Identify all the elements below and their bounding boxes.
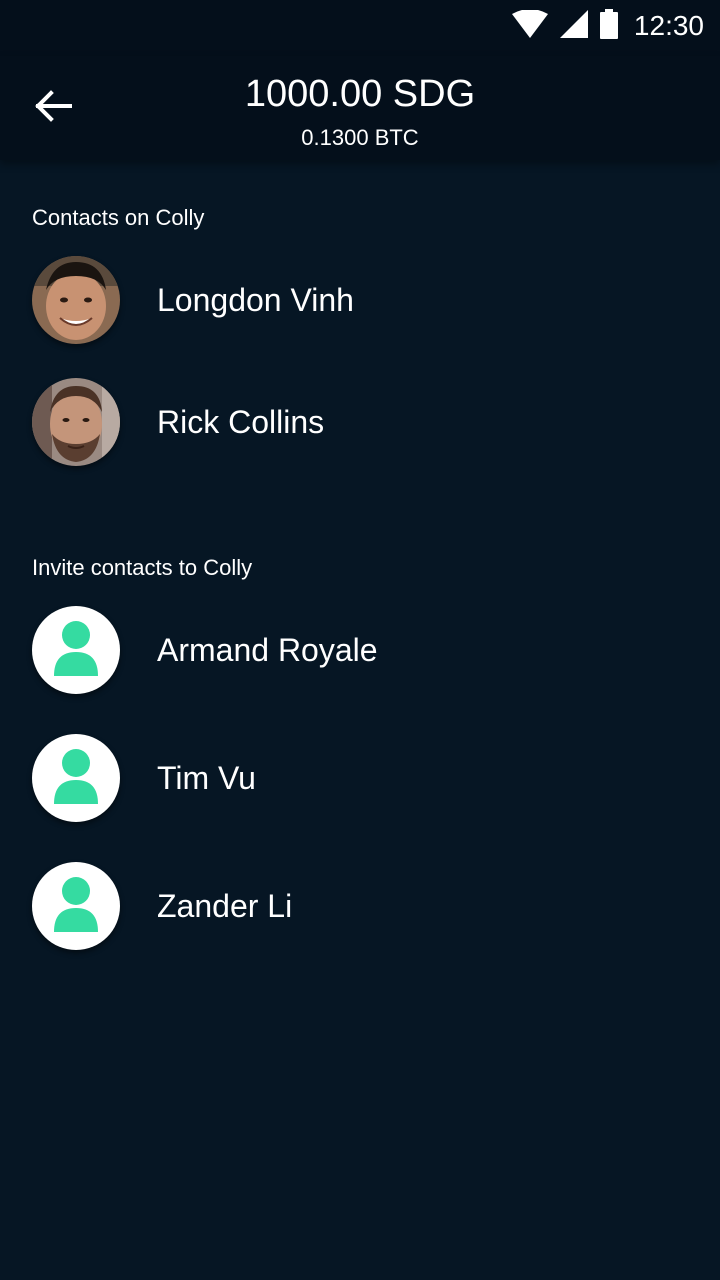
wifi-icon [511,8,548,43]
status-time: 12:30 [633,10,704,41]
contact-name: Tim Vu [157,760,256,796]
avatar [32,734,120,822]
status-icons: 12:30 [511,8,704,44]
cell-signal-icon [559,9,588,43]
amount-btc-subtitle: 0.1300 BTC [301,125,419,150]
contact-row-tim-vu[interactable]: Tim Vu [0,722,720,834]
section-title-invite-contacts: Invite contacts to Colly [32,555,253,580]
contact-row-armand-royale[interactable]: Armand Royale [0,594,720,706]
battery-icon [599,8,618,44]
contact-row-longdon-vinh[interactable]: Longdon Vinh [0,244,720,356]
status-bar: 12:30 [0,0,720,56]
contact-name: Armand Royale [157,632,378,668]
contact-row-zander-li[interactable]: Zander Li [0,850,720,962]
person-icon [52,620,100,681]
avatar [32,378,120,466]
person-icon [52,876,100,937]
section-title-contacts-on-colly: Contacts on Colly [32,205,205,230]
avatar [32,606,120,694]
contact-name: Rick Collins [157,404,325,440]
contact-name: Longdon Vinh [157,282,354,318]
avatar [32,862,120,950]
person-icon [52,748,100,809]
avatar [32,256,120,344]
contact-name: Zander Li [157,888,293,924]
contact-row-rick-collins[interactable]: Rick Collins [0,366,720,478]
amount-title: 1000.00 SDG [244,73,476,115]
header: 1000.00 SDG 0.1300 BTC [0,56,720,160]
